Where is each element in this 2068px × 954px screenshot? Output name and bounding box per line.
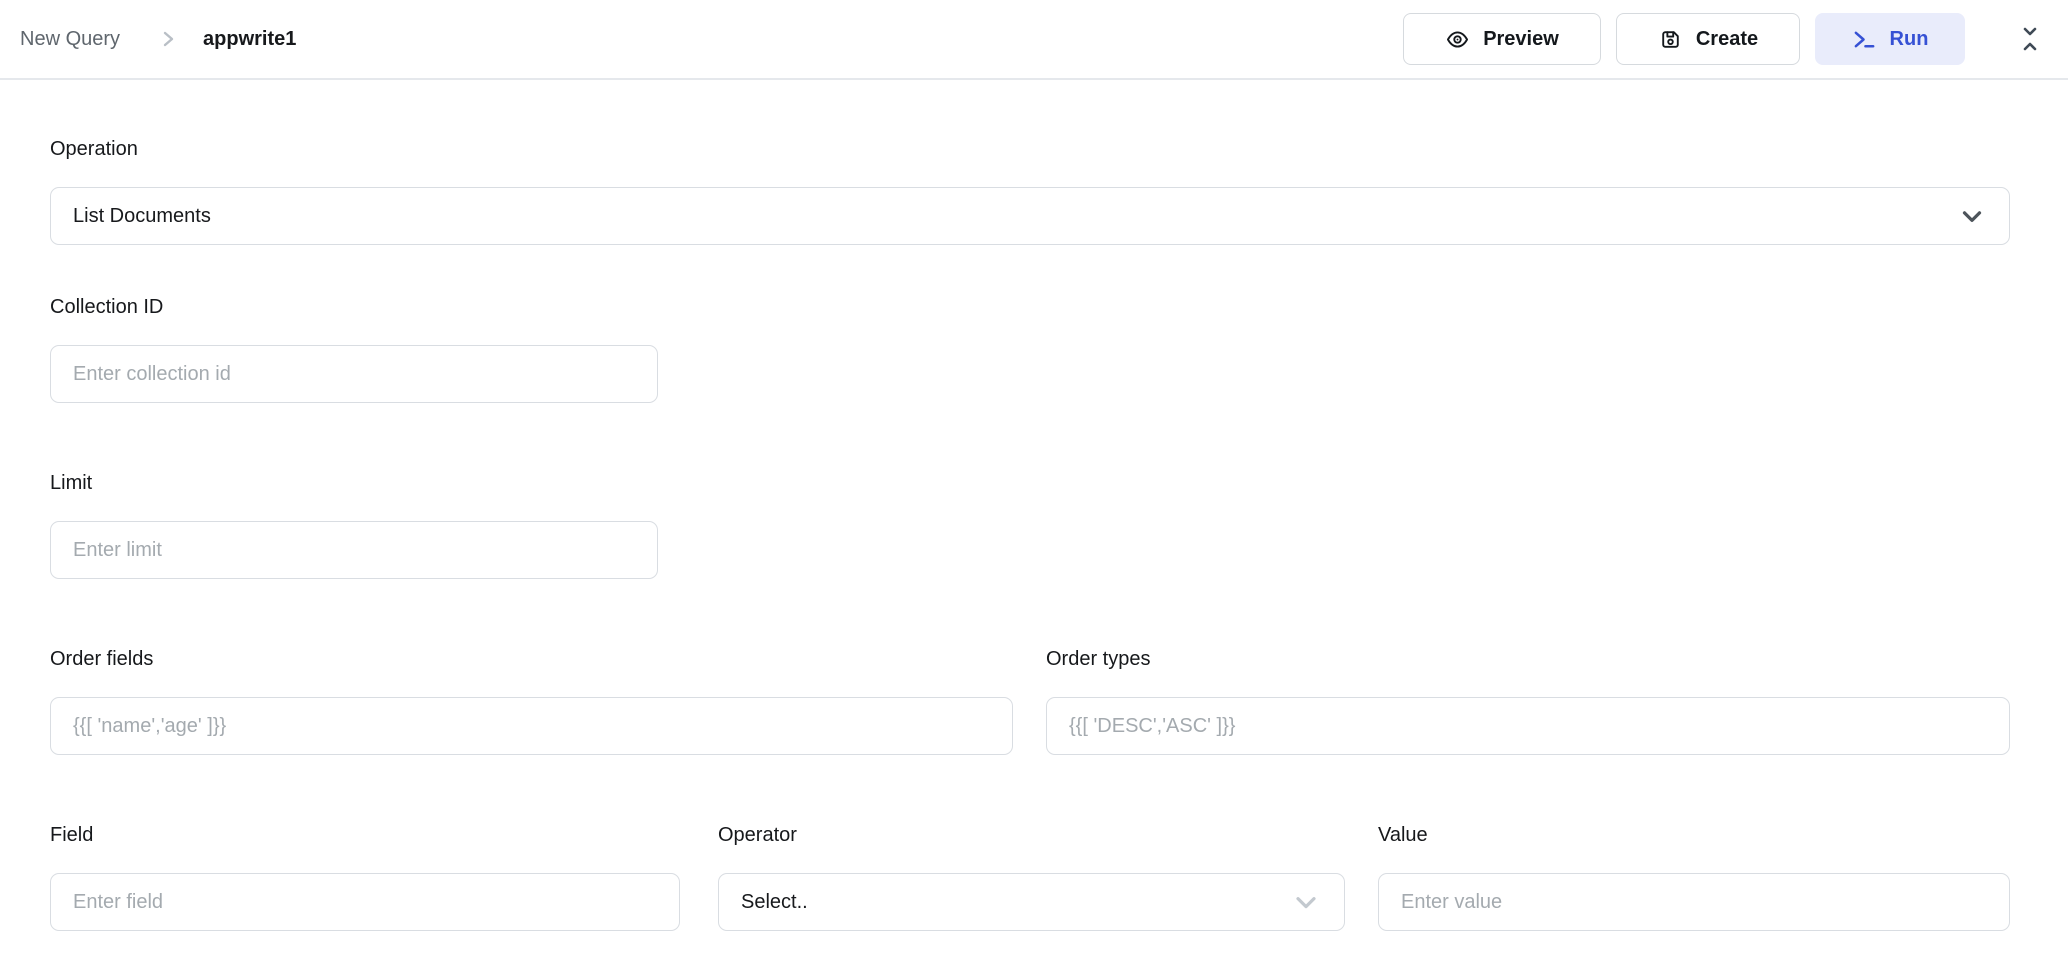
operation-select-value: List Documents <box>73 205 211 228</box>
operator-select[interactable]: Select.. <box>718 873 1345 931</box>
preview-button[interactable]: Preview <box>1403 13 1601 65</box>
operation-label: Operation <box>50 137 2010 161</box>
run-button[interactable]: Run <box>1815 13 1965 65</box>
collection-id-label: Collection ID <box>50 295 2010 319</box>
collapse-vertical-icon <box>2018 24 2042 54</box>
operator-select-value: Select.. <box>741 891 808 914</box>
preview-button-label: Preview <box>1483 28 1559 51</box>
order-types-input[interactable] <box>1046 697 2010 755</box>
operation-select[interactable]: List Documents <box>50 187 2010 245</box>
query-header: New Query appwrite1 Preview <box>0 0 2068 80</box>
collection-id-input[interactable] <box>50 345 658 403</box>
chevron-right-icon <box>162 29 175 49</box>
limit-label: Limit <box>50 471 2010 495</box>
chevron-down-icon <box>1290 886 1322 918</box>
field-input[interactable] <box>50 873 680 931</box>
breadcrumb: New Query appwrite1 <box>20 28 296 51</box>
query-form: Operation List Documents Collection ID L… <box>0 137 2068 931</box>
chevron-down-icon <box>1957 201 1987 231</box>
run-button-label: Run <box>1890 28 1929 51</box>
value-input[interactable] <box>1378 873 2010 931</box>
order-fields-input[interactable] <box>50 697 1013 755</box>
create-button[interactable]: Create <box>1616 13 1800 65</box>
terminal-run-icon <box>1852 27 1877 52</box>
create-button-label: Create <box>1696 28 1758 51</box>
value-label: Value <box>1378 823 2010 847</box>
save-icon <box>1658 27 1683 52</box>
field-label: Field <box>50 823 680 847</box>
operator-label: Operator <box>718 823 1345 847</box>
query-name[interactable]: appwrite1 <box>203 28 296 51</box>
header-actions: Preview Create Run <box>1403 13 2042 65</box>
limit-input[interactable] <box>50 521 658 579</box>
order-fields-label: Order fields <box>50 647 1013 671</box>
breadcrumb-new-query[interactable]: New Query <box>20 28 120 51</box>
collapse-panel-button[interactable] <box>2018 24 2042 54</box>
order-types-label: Order types <box>1046 647 2010 671</box>
eye-icon <box>1445 27 1470 52</box>
